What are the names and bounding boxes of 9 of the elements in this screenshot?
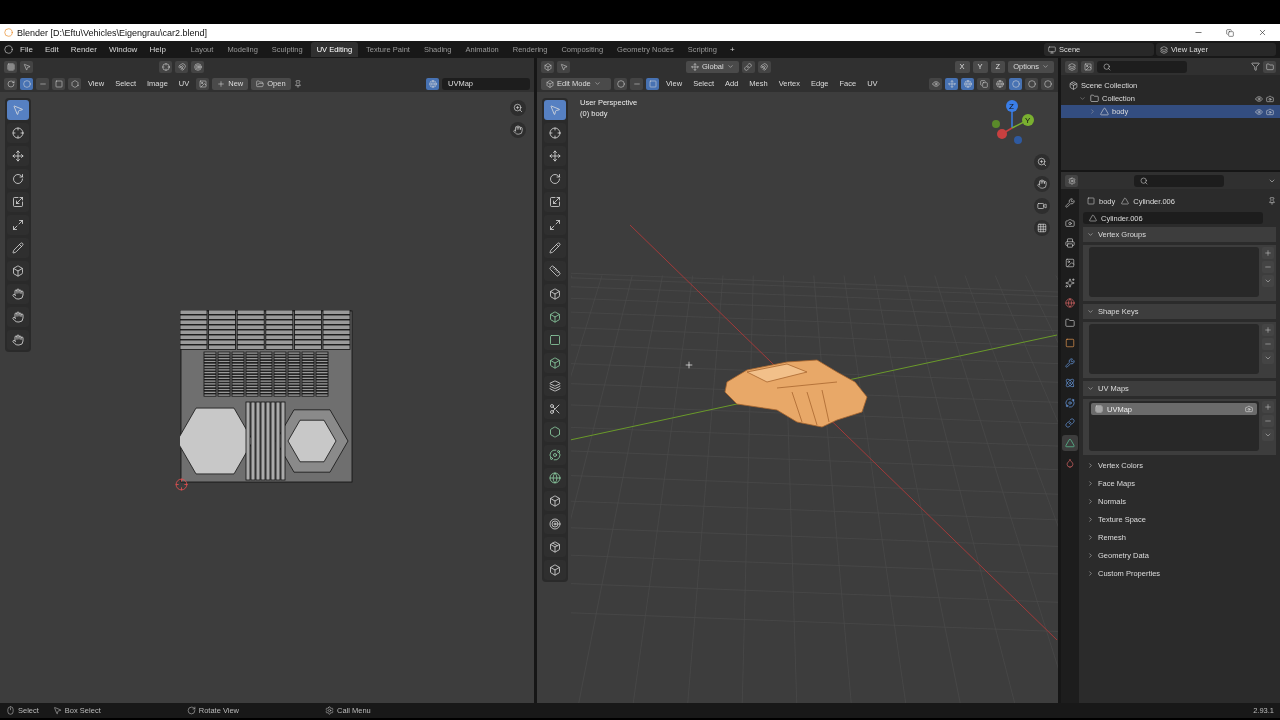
- axis-label: Z: [1009, 102, 1014, 111]
- add-workspace-button[interactable]: +: [724, 43, 740, 56]
- menu-item[interactable]: Help: [144, 43, 171, 56]
- axis-label: Y: [1025, 116, 1031, 125]
- menu-item[interactable]: Window: [103, 43, 143, 56]
- menu-item[interactable]: Render: [65, 43, 102, 56]
- menu-item[interactable]: Edit: [39, 43, 64, 56]
- menu-item[interactable]: File: [15, 43, 38, 56]
- window-title: Blender [D:\Eftu\Vehicles\Eigengrau\car2.blend]: [17, 27, 209, 38]
